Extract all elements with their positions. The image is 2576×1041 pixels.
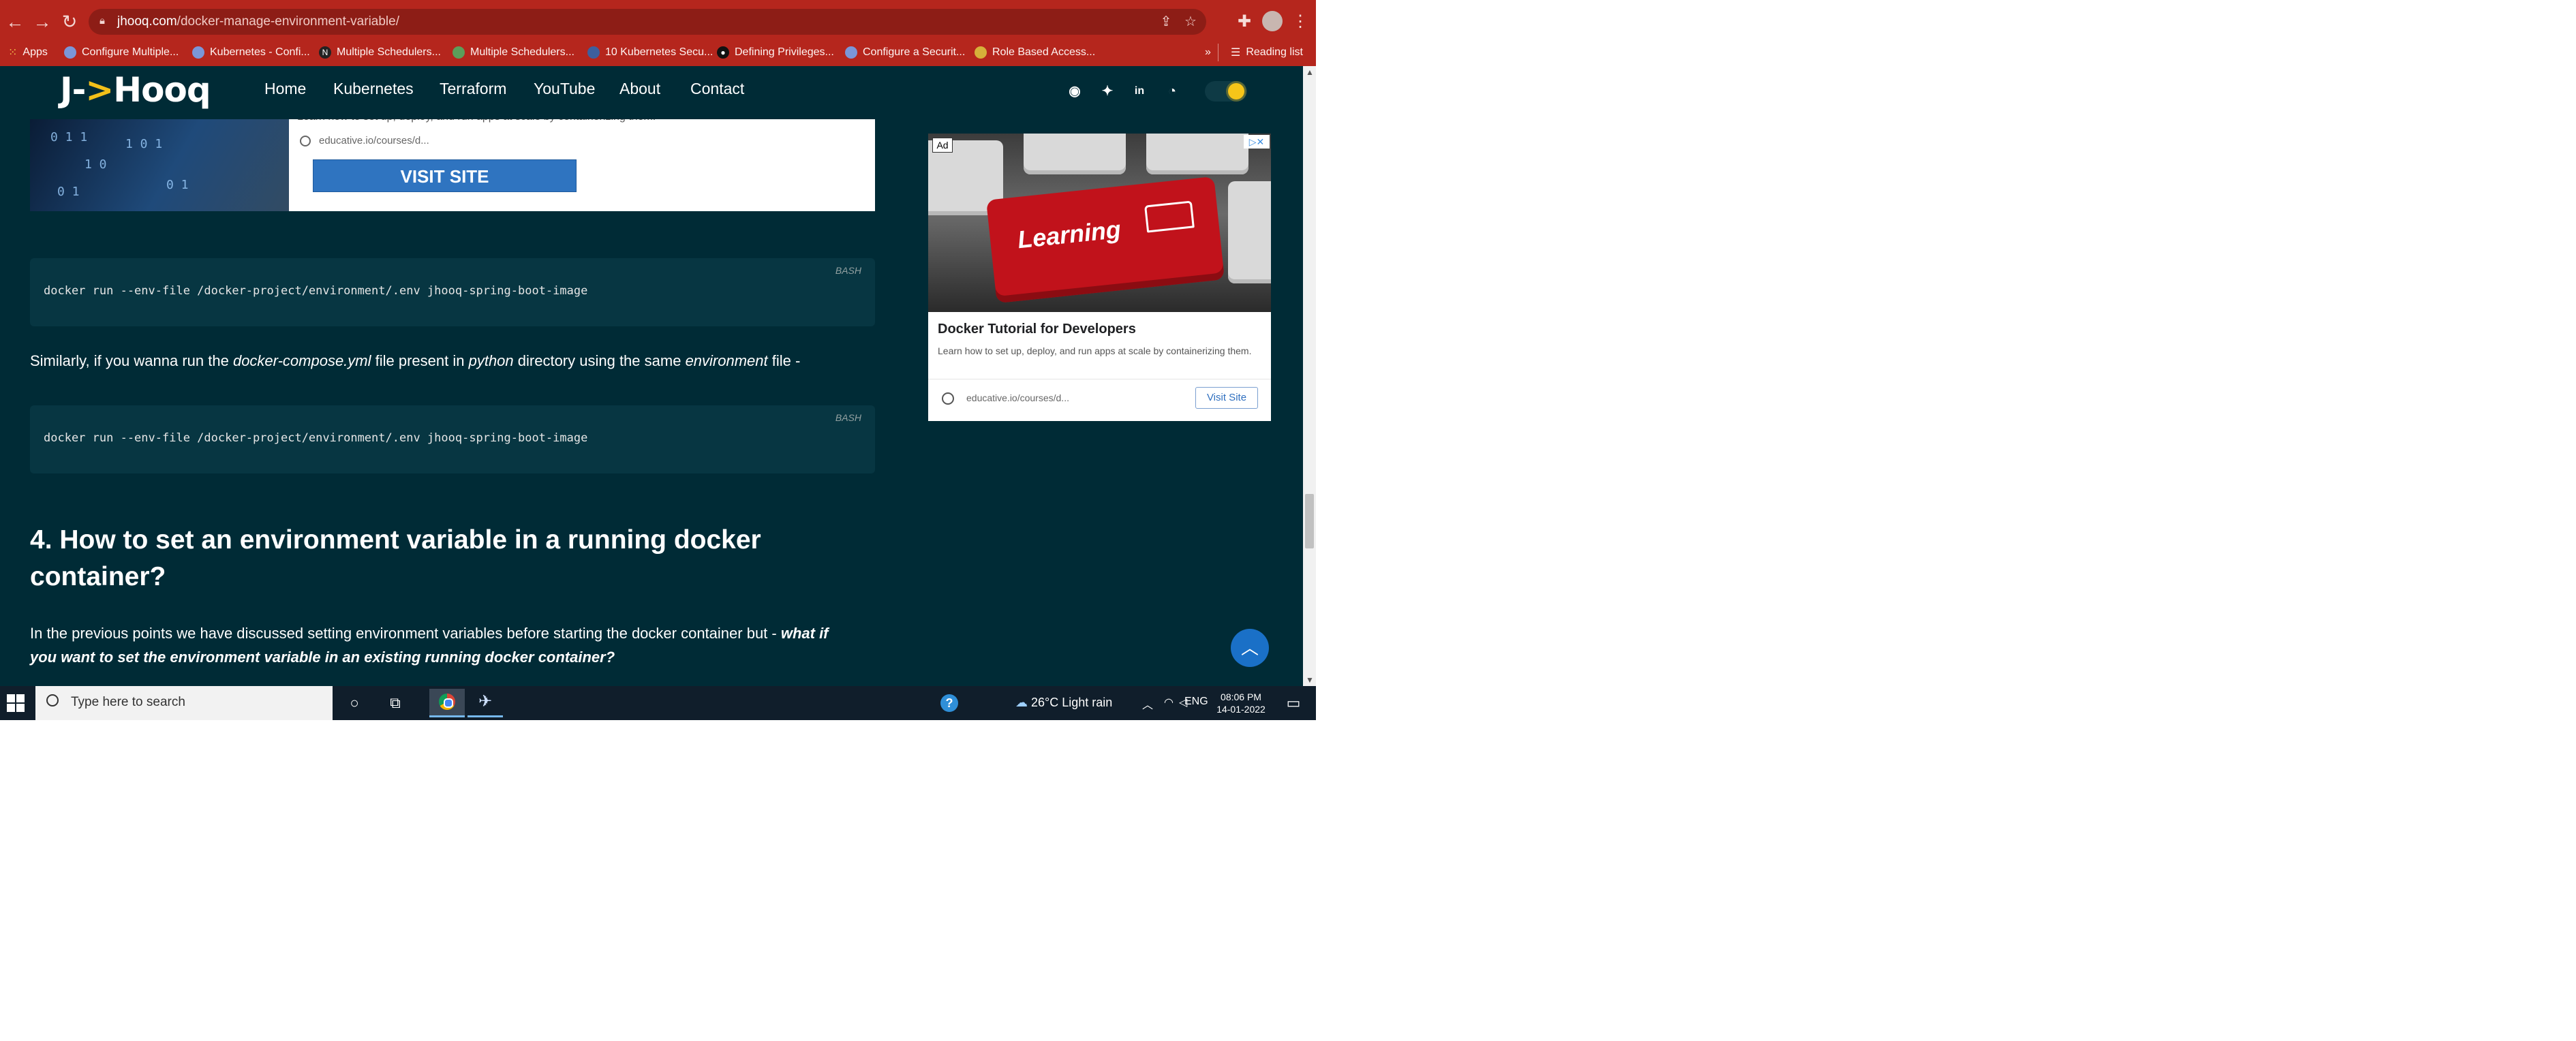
nav-home[interactable]: Home <box>264 80 306 98</box>
medium-icon: ● <box>717 46 729 59</box>
bookmark-item[interactable]: Kubernetes - Confi... <box>192 43 310 62</box>
bookmark-item[interactable]: Configure Multiple... <box>64 43 179 62</box>
bookmark-item[interactable]: 10 Kubernetes Secu... <box>587 43 713 62</box>
learning-key: Learning <box>985 176 1225 304</box>
code-text[interactable]: docker run --env-file /docker-project/en… <box>44 284 587 298</box>
taskbar-search[interactable]: Type here to search <box>35 686 333 720</box>
cortana-icon[interactable]: ○ <box>341 692 368 715</box>
site-icon <box>453 46 465 59</box>
bookmarks-overflow[interactable]: » <box>1205 43 1211 62</box>
search-icon <box>46 694 59 706</box>
site-header: J->Hooq Home Kubernetes Terraform YouTub… <box>0 66 1303 119</box>
lock-icon: 🔒︎ <box>99 15 105 27</box>
globe-icon <box>300 136 311 146</box>
extensions-icon[interactable]: ✚ <box>1232 10 1257 34</box>
notion-icon: N <box>319 46 331 59</box>
adchoices-icon[interactable]: ▷✕ <box>1244 135 1270 149</box>
ad-url[interactable]: educative.io/courses/d... <box>319 135 429 146</box>
bookmarks-bar: ⁙ Apps Configure Multiple... Kubernetes -… <box>0 39 1316 66</box>
forward-icon[interactable]: → <box>30 10 55 34</box>
globe-icon <box>845 46 857 59</box>
windows-start-icon[interactable] <box>7 694 25 712</box>
apps-grid-icon: ⁙ <box>8 47 18 59</box>
bookmark-item[interactable]: Configure a Securit... <box>845 43 965 62</box>
reload-icon[interactable]: ↻ <box>57 10 82 34</box>
reading-list-icon: ☰ <box>1231 47 1241 59</box>
share-icon[interactable]: ⇪ <box>1157 13 1175 31</box>
ad-image: Learning <box>928 134 1271 312</box>
clock[interactable]: 08:06 PM 14-01-2022 <box>1210 691 1272 715</box>
search-placeholder: Type here to search <box>71 695 185 709</box>
cloud-rain-icon: ☁ <box>1015 696 1028 709</box>
profile-avatar[interactable] <box>1262 11 1283 31</box>
web-page: 0 1 1 1 0 0 1 1 0 1 0 1 Learn how to set… <box>0 66 1303 686</box>
sun-icon <box>1228 83 1244 99</box>
code-text[interactable]: docker run --env-file /docker-project/en… <box>44 431 587 445</box>
bookmark-item[interactable]: ● Defining Privileges... <box>717 43 834 62</box>
section-heading: 4. How to set an environment variable in… <box>30 525 761 591</box>
paragraph: Similarly, if you wanna run the docker-c… <box>30 352 801 369</box>
menu-icon[interactable]: ⋮ <box>1288 10 1313 34</box>
nav-terraform[interactable]: Terraform <box>440 80 506 98</box>
globe-icon <box>192 46 204 59</box>
screen: ← → ↻ 🔒︎ jhooq.com/docker-manage-environ… <box>0 0 1316 720</box>
paragraph: In the previous points we have discussed… <box>30 625 829 666</box>
top-banner-ad[interactable]: 0 1 1 1 0 0 1 1 0 1 0 1 Learn how to set… <box>30 116 875 211</box>
bookmark-item[interactable]: Role Based Access... <box>975 43 1095 62</box>
visit-site-button[interactable]: Visit Site <box>1195 387 1258 409</box>
address-bar[interactable]: 🔒︎ jhooq.com/docker-manage-environment-v… <box>89 9 1206 35</box>
code-block: BASH docker run --env-file /docker-proje… <box>30 405 875 473</box>
ad-url[interactable]: educative.io/courses/d... <box>966 392 1069 403</box>
site-icon <box>975 46 987 59</box>
nav-kubernetes[interactable]: Kubernetes <box>333 80 414 98</box>
url-text[interactable]: jhooq.com/docker-manage-environment-vari… <box>117 14 399 29</box>
help-icon[interactable]: ? <box>940 694 958 712</box>
tray-chevron-icon[interactable]: ︿ <box>1142 696 1153 712</box>
code-block: BASH docker run --env-file /docker-proje… <box>30 258 875 326</box>
bookmark-apps[interactable]: ⁙ Apps <box>8 43 48 62</box>
scroll-up-icon[interactable]: ▲ <box>1306 67 1314 77</box>
notification-icon[interactable]: ▭ <box>1285 694 1302 712</box>
vertical-scrollbar[interactable]: ▲ ▼ <box>1303 66 1316 686</box>
site-logo[interactable]: J->Hooq <box>60 70 211 110</box>
code-language: BASH <box>835 265 861 276</box>
task-view-icon[interactable]: ⧉ <box>382 692 409 715</box>
learning-label: Learning <box>1016 215 1122 254</box>
reading-list[interactable]: ☰ Reading list <box>1231 43 1303 62</box>
rss-icon[interactable]: ◔ <box>1162 81 1182 102</box>
scroll-to-top-button[interactable]: ︿ <box>1231 629 1269 667</box>
bookmark-item[interactable]: Multiple Schedulers... <box>453 43 574 62</box>
nav-youtube[interactable]: YouTube <box>534 80 595 98</box>
visit-site-button[interactable]: VISIT SITE <box>313 159 577 192</box>
weather-widget[interactable]: ☁ 26°C Light rain <box>1015 696 1112 710</box>
site-icon <box>587 46 600 59</box>
star-icon[interactable]: ☆ <box>1182 13 1199 31</box>
back-icon[interactable]: ← <box>3 10 27 34</box>
theme-toggle[interactable] <box>1205 81 1247 102</box>
browser-toolbar: ← → ↻ 🔒︎ jhooq.com/docker-manage-environ… <box>0 0 1316 43</box>
chevron-up-icon: ︿ <box>1240 638 1259 658</box>
chrome-taskbar-icon[interactable] <box>429 689 465 717</box>
bookmark-item[interactable]: N Multiple Schedulers... <box>319 43 441 62</box>
globe-icon <box>942 392 954 405</box>
language-indicator[interactable]: ENG <box>1184 696 1208 708</box>
sidebar-ad[interactable]: Learning Ad ▷✕ Docker Tutorial for Devel… <box>928 134 1271 421</box>
nav-about[interactable]: About <box>619 80 660 98</box>
ad-badge: Ad <box>932 138 953 153</box>
github-icon[interactable]: ◉ <box>1064 81 1085 102</box>
network-icon[interactable]: ◠ <box>1164 696 1174 709</box>
globe-icon <box>64 46 76 59</box>
app-taskbar-icon[interactable]: ✈ <box>467 689 503 717</box>
book-icon <box>1144 200 1195 233</box>
scrollbar-thumb[interactable] <box>1305 494 1314 548</box>
linkedin-icon[interactable]: in <box>1129 81 1150 102</box>
ad-title[interactable]: Docker Tutorial for Developers <box>938 322 1136 337</box>
scroll-down-icon[interactable]: ▼ <box>1306 675 1314 685</box>
ad-image: 0 1 1 1 0 0 1 1 0 1 0 1 <box>30 116 289 211</box>
code-language: BASH <box>835 412 861 423</box>
nav-contact[interactable]: Contact <box>690 80 744 98</box>
twitter-icon[interactable]: ✦ <box>1097 81 1118 102</box>
taskbar: Type here to search ○ ⧉ ✈ ? ☁ 26°C Light… <box>0 686 1316 720</box>
ad-description: Learn how to set up, deploy, and run app… <box>938 345 1252 356</box>
